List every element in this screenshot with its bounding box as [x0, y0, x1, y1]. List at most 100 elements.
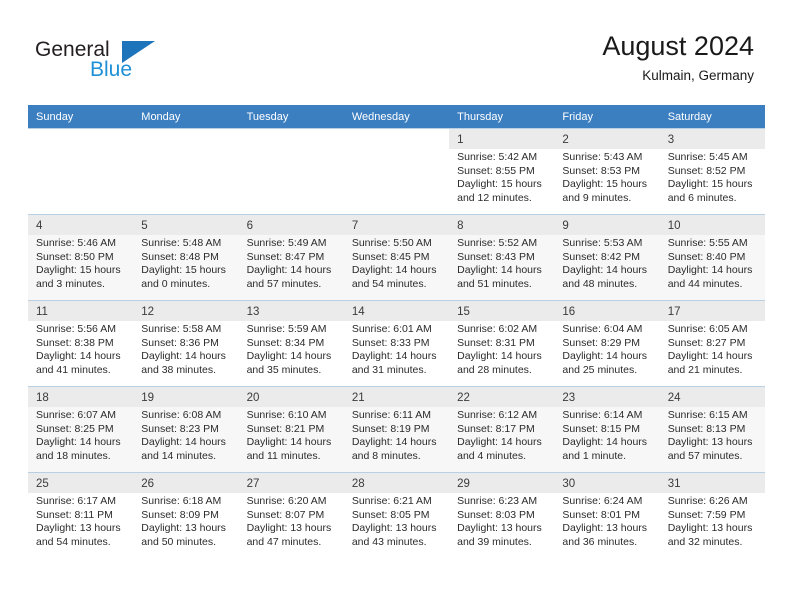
calendar-day-cell[interactable]: 16 Sunrise: 6:04 AM Sunset: 8:29 PM Dayl… [554, 300, 660, 387]
calendar-day-cell[interactable]: 1 Sunrise: 5:42 AM Sunset: 8:55 PM Dayli… [449, 128, 555, 215]
daylight-text-line1: Daylight: 14 hours [457, 436, 542, 449]
calendar-day-cell[interactable]: 28 Sunrise: 6:21 AM Sunset: 8:05 PM Dayl… [343, 472, 450, 558]
day-info: Sunrise: 5:56 AM Sunset: 8:38 PM Dayligh… [36, 323, 126, 377]
calendar-day-cell[interactable]: 27 Sunrise: 6:20 AM Sunset: 8:07 PM Dayl… [238, 472, 344, 558]
daylight-text-line1: Daylight: 13 hours [36, 522, 121, 535]
calendar-day-cell[interactable]: 6 Sunrise: 5:49 AM Sunset: 8:47 PM Dayli… [238, 214, 344, 301]
day-info: Sunrise: 6:18 AM Sunset: 8:09 PM Dayligh… [141, 495, 231, 549]
day-info: Sunrise: 5:53 AM Sunset: 8:42 PM Dayligh… [562, 237, 652, 291]
daylight-text-line1: Daylight: 14 hours [667, 350, 753, 363]
calendar-week-row: 18 Sunrise: 6:07 AM Sunset: 8:25 PM Dayl… [28, 386, 765, 473]
calendar-day-cell[interactable]: 23 Sunrise: 6:14 AM Sunset: 8:15 PM Dayl… [554, 386, 660, 473]
calendar-day-cell[interactable]: 30 Sunrise: 6:24 AM Sunset: 8:01 PM Dayl… [554, 472, 660, 558]
sunset-text: Sunset: 8:05 PM [351, 508, 430, 521]
calendar-day-cell[interactable]: 14 Sunrise: 6:01 AM Sunset: 8:33 PM Dayl… [343, 300, 450, 387]
day-info: Sunrise: 5:52 AM Sunset: 8:43 PM Dayligh… [457, 237, 547, 291]
daylight-text-line1: Daylight: 14 hours [562, 350, 648, 363]
day-info: Sunrise: 6:23 AM Sunset: 8:03 PM Dayligh… [457, 495, 547, 549]
day-number: 16 [554, 301, 660, 321]
calendar-day-cell-empty [343, 128, 450, 215]
daylight-text-line2: and 1 minute. [562, 449, 627, 462]
daylight-text-line2: and 57 minutes. [246, 277, 322, 290]
day-number: 3 [659, 129, 765, 149]
day-number: 26 [133, 473, 239, 493]
calendar-day-cell[interactable]: 8 Sunrise: 5:52 AM Sunset: 8:43 PM Dayli… [449, 214, 555, 301]
page-header: General Blue August 2024 Kulmain, German… [0, 0, 792, 104]
day-number: 11 [28, 301, 134, 321]
daylight-text-line2: and 35 minutes. [246, 363, 322, 376]
calendar-day-cell[interactable]: 22 Sunrise: 6:12 AM Sunset: 8:17 PM Dayl… [449, 386, 555, 473]
daylight-text-line1: Daylight: 14 hours [36, 436, 121, 449]
calendar-day-cell[interactable]: 2 Sunrise: 5:43 AM Sunset: 8:53 PM Dayli… [554, 128, 660, 215]
calendar-day-cell-empty [238, 128, 344, 215]
daylight-text-line2: and 28 minutes. [457, 363, 532, 376]
calendar-day-cell[interactable]: 26 Sunrise: 6:18 AM Sunset: 8:09 PM Dayl… [133, 472, 239, 558]
calendar-day-cell[interactable]: 5 Sunrise: 5:48 AM Sunset: 8:48 PM Dayli… [133, 214, 239, 301]
calendar-day-cell[interactable]: 13 Sunrise: 5:59 AM Sunset: 8:34 PM Dayl… [238, 300, 344, 387]
sunset-text: Sunset: 8:13 PM [667, 422, 746, 435]
calendar-day-cell[interactable]: 3 Sunrise: 5:45 AM Sunset: 8:52 PM Dayli… [659, 128, 765, 215]
calendar-day-cell[interactable]: 18 Sunrise: 6:07 AM Sunset: 8:25 PM Dayl… [28, 386, 134, 473]
sunset-text: Sunset: 8:23 PM [141, 422, 219, 435]
sunset-text: Sunset: 8:25 PM [36, 422, 114, 435]
sunrise-text: Sunrise: 6:04 AM [562, 323, 643, 335]
calendar-day-cell[interactable]: 4 Sunrise: 5:46 AM Sunset: 8:50 PM Dayli… [28, 214, 134, 301]
calendar-day-cell[interactable]: 31 Sunrise: 6:26 AM Sunset: 7:59 PM Dayl… [659, 472, 765, 558]
calendar-day-cell[interactable]: 7 Sunrise: 5:50 AM Sunset: 8:45 PM Dayli… [343, 214, 450, 301]
daylight-text-line2: and 47 minutes. [246, 535, 322, 548]
day-number: 4 [28, 215, 134, 235]
sunrise-text: Sunrise: 5:58 AM [141, 323, 222, 335]
calendar-day-cell[interactable]: 25 Sunrise: 6:17 AM Sunset: 8:11 PM Dayl… [28, 472, 134, 558]
sunrise-text: Sunrise: 6:11 AM [351, 409, 432, 421]
sunrise-text: Sunrise: 6:05 AM [667, 323, 748, 335]
calendar-day-cell[interactable]: 17 Sunrise: 6:05 AM Sunset: 8:27 PM Dayl… [659, 300, 765, 387]
sunrise-text: Sunrise: 5:56 AM [36, 323, 116, 335]
day-info: Sunrise: 6:05 AM Sunset: 8:27 PM Dayligh… [668, 323, 758, 377]
calendar-day-cell[interactable]: 19 Sunrise: 6:08 AM Sunset: 8:23 PM Dayl… [133, 386, 239, 473]
calendar-day-cell[interactable]: 11 Sunrise: 5:56 AM Sunset: 8:38 PM Dayl… [28, 300, 134, 387]
sunset-text: Sunset: 8:40 PM [667, 250, 746, 263]
daylight-text-line1: Daylight: 14 hours [351, 350, 437, 363]
daylight-text-line1: Daylight: 14 hours [351, 264, 437, 277]
day-info: Sunrise: 5:42 AM Sunset: 8:55 PM Dayligh… [457, 151, 547, 205]
calendar-day-cell[interactable]: 24 Sunrise: 6:15 AM Sunset: 8:13 PM Dayl… [659, 386, 765, 473]
calendar-day-cell[interactable]: 20 Sunrise: 6:10 AM Sunset: 8:21 PM Dayl… [238, 386, 344, 473]
weekday-header-sunday: Sunday [28, 105, 134, 129]
sunset-text: Sunset: 8:53 PM [562, 164, 641, 177]
weekday-header-wednesday: Wednesday [343, 105, 450, 129]
calendar-day-cell[interactable]: 10 Sunrise: 5:55 AM Sunset: 8:40 PM Dayl… [659, 214, 765, 301]
calendar-day-cell[interactable]: 12 Sunrise: 5:58 AM Sunset: 8:36 PM Dayl… [133, 300, 239, 387]
day-number: 21 [343, 387, 450, 407]
day-number: 20 [238, 387, 344, 407]
sunset-text: Sunset: 8:15 PM [562, 422, 641, 435]
daylight-text-line2: and 44 minutes. [667, 277, 743, 290]
sunset-text: Sunset: 8:45 PM [351, 250, 430, 263]
day-number: 25 [28, 473, 134, 493]
weekday-header-friday: Friday [554, 105, 660, 129]
daylight-text-line2: and 50 minutes. [141, 535, 216, 548]
calendar-day-cell[interactable]: 29 Sunrise: 6:23 AM Sunset: 8:03 PM Dayl… [449, 472, 555, 558]
daylight-text-line2: and 38 minutes. [141, 363, 216, 376]
sunset-text: Sunset: 8:01 PM [562, 508, 641, 521]
calendar-day-cell[interactable]: 21 Sunrise: 6:11 AM Sunset: 8:19 PM Dayl… [343, 386, 450, 473]
sunrise-text: Sunrise: 5:42 AM [457, 151, 538, 163]
sunset-text: Sunset: 7:59 PM [667, 508, 746, 521]
sunrise-text: Sunrise: 6:14 AM [562, 409, 643, 421]
daylight-text-line2: and 43 minutes. [351, 535, 427, 548]
sunrise-text: Sunrise: 6:10 AM [246, 409, 327, 421]
sunset-text: Sunset: 8:48 PM [141, 250, 219, 263]
daylight-text-line2: and 11 minutes. [246, 449, 321, 462]
sunset-text: Sunset: 8:03 PM [457, 508, 535, 521]
calendar-day-cell[interactable]: 9 Sunrise: 5:53 AM Sunset: 8:42 PM Dayli… [554, 214, 660, 301]
sunrise-text: Sunrise: 6:23 AM [457, 495, 538, 507]
sunset-text: Sunset: 8:07 PM [246, 508, 325, 521]
calendar-page: General Blue August 2024 Kulmain, German… [0, 0, 792, 612]
daylight-text-line1: Daylight: 13 hours [562, 522, 648, 535]
page-subtitle: Kulmain, Germany [642, 68, 754, 83]
daylight-text-line1: Daylight: 14 hours [457, 264, 542, 277]
calendar-day-cell[interactable]: 15 Sunrise: 6:02 AM Sunset: 8:31 PM Dayl… [449, 300, 555, 387]
sunrise-text: Sunrise: 6:18 AM [141, 495, 222, 507]
weekday-header-monday: Monday [133, 105, 239, 129]
sunrise-text: Sunrise: 6:01 AM [351, 323, 432, 335]
sunrise-text: Sunrise: 6:07 AM [36, 409, 116, 421]
